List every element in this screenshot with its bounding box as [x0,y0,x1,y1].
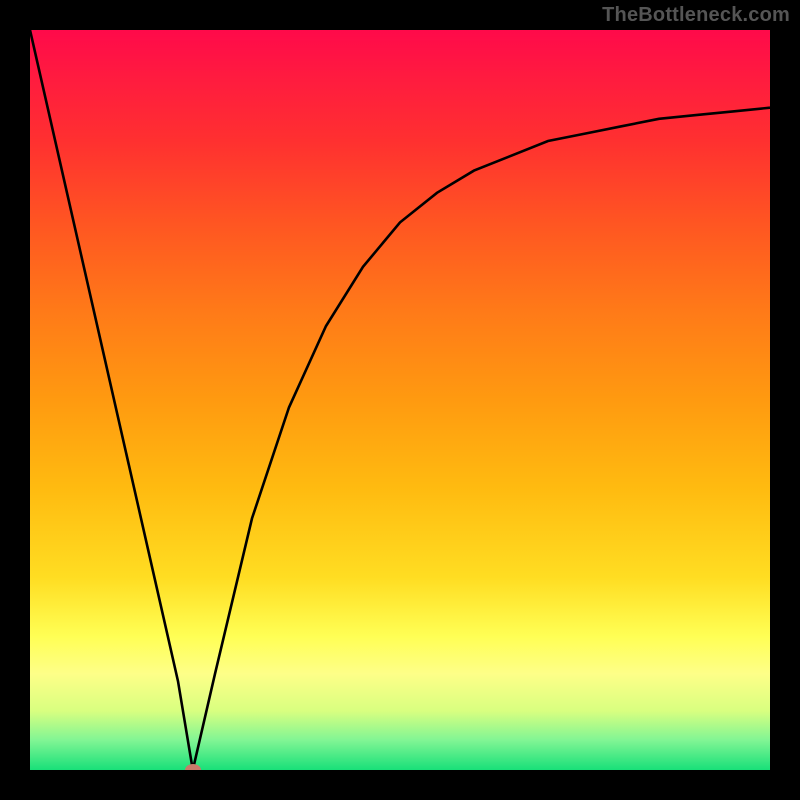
plot-area [30,30,770,770]
minimum-marker [185,764,201,770]
curve-path [30,30,770,770]
watermark-text: TheBottleneck.com [602,4,790,27]
chart-frame: TheBottleneck.com [0,0,800,800]
bottleneck-curve [30,30,770,770]
